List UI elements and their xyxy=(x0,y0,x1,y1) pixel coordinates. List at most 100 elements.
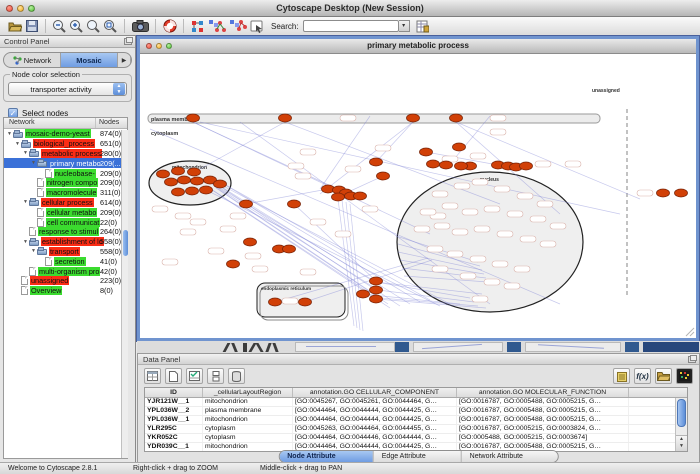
tree-row[interactable]: cell communicat22(0) xyxy=(4,217,127,227)
network-window-controls[interactable] xyxy=(146,43,172,49)
search-input[interactable] xyxy=(303,20,399,32)
network-node[interactable] xyxy=(227,260,240,268)
network-node[interactable] xyxy=(299,298,312,306)
tree-item-label[interactable]: unassigned xyxy=(30,276,69,285)
unselect-attributes-icon[interactable] xyxy=(207,368,224,384)
network-node[interactable] xyxy=(332,193,345,201)
network-node[interactable] xyxy=(157,170,170,178)
network-node[interactable] xyxy=(178,176,191,184)
network-node[interactable] xyxy=(172,167,185,175)
network-node[interactable] xyxy=(377,172,390,180)
table-cell[interactable]: YKR052C xyxy=(145,434,203,442)
network-node[interactable] xyxy=(354,192,367,200)
network-node[interactable] xyxy=(172,188,185,196)
network-node[interactable] xyxy=(187,114,200,122)
network-node[interactable] xyxy=(165,178,178,186)
tab-network-attribute-browser[interactable]: Network Attribute Browser xyxy=(462,451,558,462)
float-panel-icon[interactable] xyxy=(688,356,696,363)
table-cell[interactable]: cytoplasm xyxy=(203,425,293,433)
zoom-out-icon[interactable] xyxy=(51,18,68,34)
tree-row[interactable]: unassigned223(0) xyxy=(4,276,127,286)
network-node[interactable] xyxy=(657,189,670,197)
tab-node-attribute-browser[interactable]: Node Attribute Browser xyxy=(279,451,374,462)
tree-row[interactable]: ▼transport558(0) xyxy=(4,247,127,257)
tree-row[interactable]: secretion41(0) xyxy=(4,256,127,266)
table-cell[interactable]: [GO:0045267, GO:0045261, GO:0044464, G… xyxy=(293,398,457,406)
background-window-thumbnail[interactable] xyxy=(525,342,621,352)
background-window-thumbnail[interactable] xyxy=(413,342,503,352)
expander-icon[interactable]: ▼ xyxy=(22,199,29,205)
background-window-tab[interactable] xyxy=(395,342,409,352)
table-row[interactable]: YKR052Ccytoplasm[GO:0044464, GO:0044446,… xyxy=(145,434,687,443)
tree-item-label[interactable]: primary metabo xyxy=(49,159,102,168)
network-node[interactable] xyxy=(407,114,420,122)
network-node[interactable] xyxy=(675,189,688,197)
tree-item-label[interactable]: metabolic process xyxy=(41,149,102,158)
table-cell[interactable]: cytoplasm xyxy=(203,434,293,442)
table-cell[interactable]: [GO:0016787, GO:0005488, GO:0005215, G… xyxy=(457,398,629,406)
tree-item-label[interactable]: cellular metabo xyxy=(46,208,97,217)
tree-item-label[interactable]: cell communicat xyxy=(46,218,100,227)
table-cell[interactable]: YPL036W__1 xyxy=(145,416,203,424)
network-node[interactable] xyxy=(357,290,370,298)
network-node[interactable] xyxy=(240,200,253,208)
expander-icon[interactable]: ▼ xyxy=(22,239,29,245)
table-cell[interactable]: [GO:0044464, GO:0044444, GO:0044425, G… xyxy=(293,407,457,415)
network-node[interactable] xyxy=(200,186,213,194)
tree-item-label[interactable]: secretion xyxy=(54,257,86,266)
tree-item-label[interactable]: nitrogen compo xyxy=(46,178,98,187)
new-attribute-icon[interactable] xyxy=(165,368,182,384)
destroy-network-icon[interactable] xyxy=(227,18,248,34)
zoom-button[interactable] xyxy=(166,43,172,49)
column-header[interactable]: annotation.GO CELLULAR_COMPONENT xyxy=(293,388,457,397)
background-window-tab[interactable] xyxy=(625,342,639,352)
float-panel-icon[interactable] xyxy=(124,38,132,45)
create-network-icon[interactable] xyxy=(206,18,227,34)
network-window-title-bar[interactable]: primary metabolic process xyxy=(140,39,696,54)
table-cell[interactable]: [GO:0016787, GO:0005488, GO:0005215, G… xyxy=(457,416,629,424)
network-node[interactable] xyxy=(269,298,282,306)
column-header[interactable]: _cellularLayoutRegion xyxy=(203,388,293,397)
table-row[interactable]: YPL036W__1mitochondrion[GO:0044464, GO:0… xyxy=(145,416,687,425)
tree-row[interactable]: Overview8(0) xyxy=(4,286,127,296)
network-node[interactable] xyxy=(214,180,227,188)
tree-item-label[interactable]: multi-organism pro xyxy=(38,267,100,276)
expander-icon[interactable]: ▼ xyxy=(30,160,37,166)
network-node[interactable] xyxy=(440,161,453,169)
table-row[interactable]: YJR121W__1mitochondrion[GO:0045267, GO:0… xyxy=(145,398,687,407)
color-attribute-dropdown[interactable]: transporter activity ▲▼ xyxy=(8,82,127,96)
tree-row[interactable]: nitrogen compo209(0) xyxy=(4,178,127,188)
manage-networks-icon[interactable] xyxy=(189,18,206,34)
tree-row[interactable]: response to stimul264(0) xyxy=(4,227,127,237)
network-node[interactable] xyxy=(370,286,383,294)
tree-item-label[interactable]: establishment of lo xyxy=(41,237,104,246)
table-cell[interactable]: mitochondrion xyxy=(203,416,293,424)
background-window-thumbnail[interactable] xyxy=(295,342,395,352)
zoom-fit-icon[interactable] xyxy=(102,18,119,34)
expander-icon[interactable]: ▼ xyxy=(30,248,37,254)
table-cell[interactable]: [GO:0044464, GO:0044444, GO:0044425, G… xyxy=(293,416,457,424)
help-icon[interactable] xyxy=(161,18,178,34)
tree-col-network[interactable]: Network xyxy=(4,118,96,128)
network-node[interactable] xyxy=(188,168,201,176)
tree-item-label[interactable]: response to stimul xyxy=(38,227,99,236)
import-attributes-icon[interactable] xyxy=(655,368,672,384)
tree-row[interactable]: ▼cellular process614(0) xyxy=(4,198,127,208)
close-button[interactable] xyxy=(6,5,13,12)
network-node[interactable] xyxy=(420,148,433,156)
tree-item-label[interactable]: nucleobase- xyxy=(54,169,96,178)
table-cell[interactable]: mitochondrion xyxy=(203,443,293,451)
resize-grip-icon[interactable] xyxy=(686,328,694,336)
expander-icon[interactable]: ▼ xyxy=(6,131,13,137)
expander-icon[interactable]: ▼ xyxy=(14,141,21,147)
tree-col-nodes[interactable]: Nodes xyxy=(96,118,127,128)
tab-network[interactable]: Network xyxy=(4,53,61,67)
expander-icon[interactable]: ▼ xyxy=(22,150,29,156)
minimize-button[interactable] xyxy=(17,5,24,12)
tree-row[interactable]: nucleobase-209(0) xyxy=(4,168,127,178)
table-cell[interactable]: YLR295C xyxy=(145,425,203,433)
tree-row[interactable]: ▼biological_process651(0) xyxy=(4,139,127,149)
table-row[interactable]: YPL036W__2plasma membrane[GO:0044464, GO… xyxy=(145,407,687,416)
tree-row[interactable]: ▼mosaic-demo-yeast874(0) xyxy=(4,129,127,139)
table-scrollbar[interactable]: ▲▼ xyxy=(675,398,687,451)
